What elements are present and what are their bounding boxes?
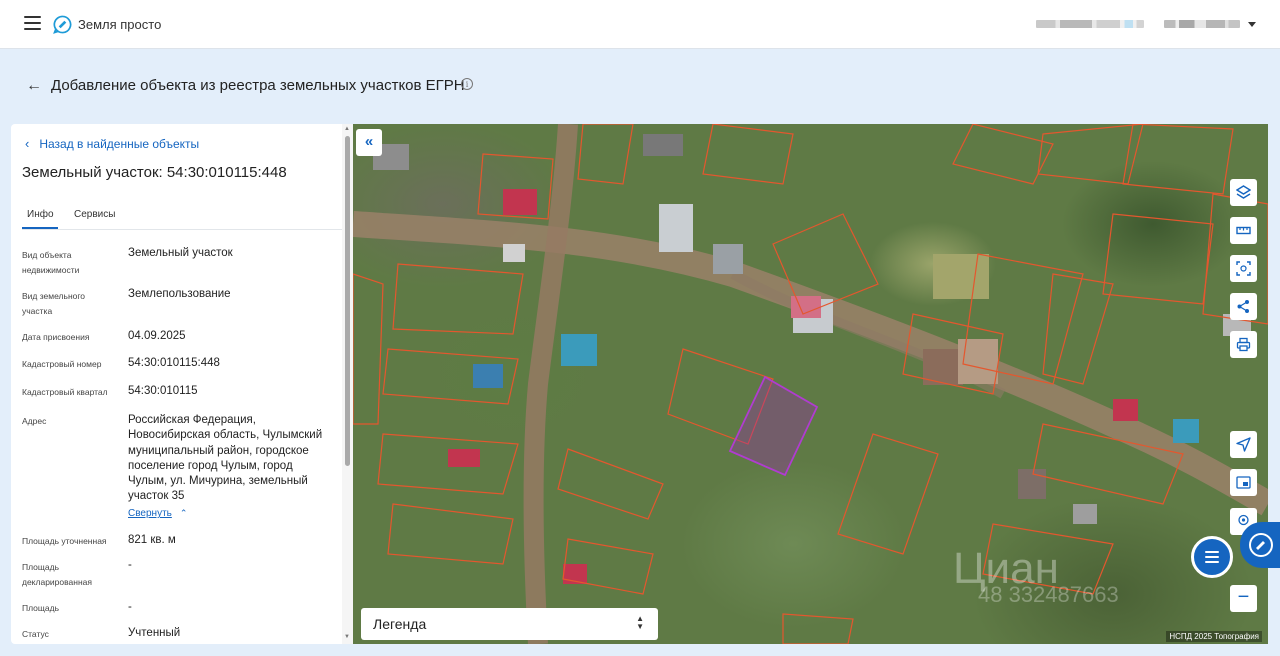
select-area-icon xyxy=(1236,261,1251,276)
field-value-date: 04.09.2025 xyxy=(128,330,186,342)
select-area-button[interactable] xyxy=(1230,255,1257,282)
tab-services[interactable]: Сервисы xyxy=(74,209,115,220)
logo-icon xyxy=(53,15,72,34)
field-label-cadastral-quarter: Кадастровый квартал xyxy=(22,387,108,397)
back-to-results-link[interactable]: ‹ Назад в найденные объекты xyxy=(25,136,199,151)
info-icon[interactable]: i xyxy=(461,78,473,90)
field-value-object-type: Земельный участок xyxy=(128,247,233,259)
chevron-left-icon: ‹ xyxy=(25,136,30,151)
tab-divider xyxy=(22,229,345,230)
field-label-area-declared: Площадь декларированная xyxy=(22,562,92,587)
legend-label: Легенда xyxy=(373,616,427,632)
chat-button[interactable] xyxy=(1191,536,1233,578)
collapse-address-link[interactable]: Свернуть ⌃ xyxy=(128,508,187,519)
watermark-phone: 48 332487663 xyxy=(978,582,1119,607)
scroll-down-icon[interactable]: ▼ xyxy=(344,634,350,640)
map-attribution[interactable]: НСПД 2025 Топография xyxy=(1166,631,1262,642)
menu-icon[interactable] xyxy=(24,16,41,30)
field-label-area-specified: Площадь уточненная xyxy=(22,536,107,546)
map-layer xyxy=(353,124,1268,644)
share-icon xyxy=(1237,300,1249,313)
locate-icon xyxy=(1236,437,1251,452)
user-info-blurred xyxy=(1036,20,1144,28)
road-vertical xyxy=(523,124,578,644)
layers-icon xyxy=(1236,185,1251,199)
app-title[interactable]: Земля просто xyxy=(78,17,161,32)
back-arrow-icon[interactable]: ← xyxy=(26,77,42,95)
support-icon xyxy=(1249,533,1273,557)
minimap-button[interactable] xyxy=(1230,469,1257,496)
top-bar: Земля просто xyxy=(0,0,1280,49)
share-button[interactable] xyxy=(1230,293,1257,320)
legend-select[interactable]: Легенда ▲ ▼ xyxy=(361,608,658,640)
scroll-up-icon[interactable]: ▲ xyxy=(344,126,350,132)
object-info-panel: ‹ Назад в найденные объекты Земельный уча… xyxy=(11,124,353,644)
field-label-address: Адрес xyxy=(22,416,47,426)
layers-button[interactable] xyxy=(1230,179,1257,206)
field-value-cadastral-number: 54:30:010115:448 xyxy=(128,357,220,369)
chevron-down-icon[interactable] xyxy=(1248,22,1256,27)
field-label-area: Площадь xyxy=(22,603,60,613)
minimap-icon xyxy=(1236,476,1251,489)
chat-icon xyxy=(1205,551,1219,563)
updown-icon: ▲ ▼ xyxy=(636,614,644,631)
field-label-date: Дата присвоения xyxy=(22,332,90,342)
support-widget-button[interactable] xyxy=(1240,522,1280,568)
field-value-area: - xyxy=(128,601,132,613)
page-title: Добавление объекта из реестра земельных … xyxy=(51,77,465,94)
back-link-label: Назад в найденные объекты xyxy=(39,137,200,151)
user-name-blurred[interactable] xyxy=(1164,20,1240,28)
field-value-area-specified: 821 кв. м xyxy=(128,534,176,546)
ruler-button[interactable] xyxy=(1230,217,1257,244)
field-label-parcel-type: Вид земельного участка xyxy=(22,291,86,316)
panel-scrollbar-thumb[interactable] xyxy=(345,136,350,466)
field-value-area-declared: - xyxy=(128,559,132,571)
map-view[interactable]: « − Циан 48 332487663 Легенда ▲ ▼ НСПД 20… xyxy=(353,124,1268,644)
print-icon xyxy=(1236,337,1251,352)
field-label-cadastral-number: Кадастровый номер xyxy=(22,359,102,369)
field-value-cadastral-quarter: 54:30:010115 xyxy=(128,385,198,397)
buildings xyxy=(373,134,1251,584)
field-value-address: Российская Федерация, Новосибирская обла… xyxy=(128,414,323,503)
field-label-status: Статус xyxy=(22,629,49,639)
object-title: Земельный участок: 54:30:010115:448 xyxy=(22,164,287,181)
ruler-icon xyxy=(1236,226,1251,235)
field-value-status: Учтенный xyxy=(128,627,181,639)
print-button[interactable] xyxy=(1230,331,1257,358)
collapse-panel-button[interactable]: « xyxy=(356,129,382,156)
collapse-label: Свернуть xyxy=(128,508,172,519)
chevron-up-icon: ⌃ xyxy=(179,508,188,518)
tab-info[interactable]: Инфо xyxy=(27,209,54,220)
field-value-parcel-type: Землепользование xyxy=(128,288,231,300)
selected-parcel[interactable] xyxy=(728,375,819,477)
locate-button[interactable] xyxy=(1230,431,1257,458)
zoom-out-button[interactable]: − xyxy=(1230,585,1257,612)
field-label-object-type: Вид объекта недвижимости xyxy=(22,250,80,275)
